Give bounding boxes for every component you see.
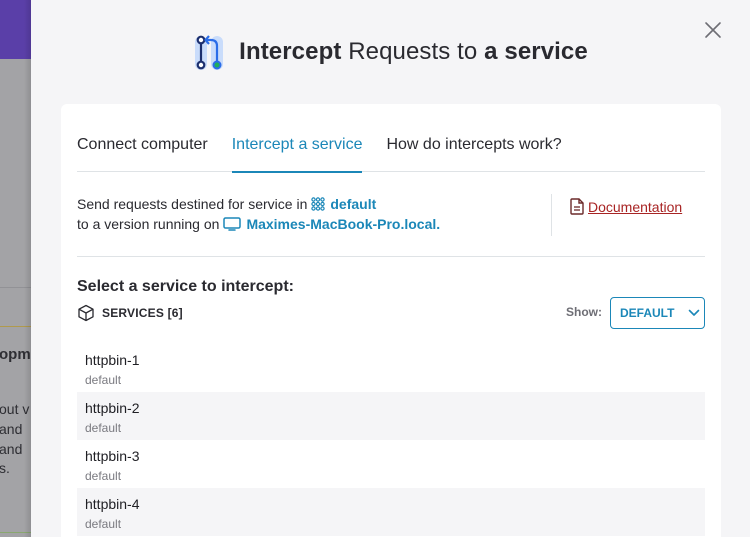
dialog-title: Intercept Requests to a service — [239, 38, 588, 66]
documentation-link[interactable]: Documentation — [570, 198, 682, 215]
background-page-overlay: opm out v and and s. — [0, 0, 31, 537]
service-name: httpbin-4 — [85, 496, 140, 512]
dialog-title-row: Intercept Requests to a service — [31, 30, 750, 74]
service-list-item[interactable]: httpbin-3 default — [77, 440, 705, 488]
tab-connect-computer[interactable]: Connect computer — [77, 126, 208, 172]
vertical-divider — [551, 194, 552, 236]
intercept-card: Connect computer Intercept a service How… — [61, 104, 721, 537]
intercept-icon — [195, 35, 224, 70]
info-text: to a version running on — [77, 216, 220, 232]
namespace-grid-icon — [311, 197, 326, 211]
services-count-label: SERVICES [6] — [77, 304, 183, 322]
namespace-name: default — [330, 196, 377, 212]
monitor-icon — [223, 217, 242, 231]
tab-how-intercepts-work[interactable]: How do intercepts work? — [386, 126, 561, 172]
service-list-item[interactable]: httpbin-1 default — [77, 344, 705, 392]
service-namespace: default — [85, 469, 122, 483]
chevron-down-icon — [689, 309, 700, 316]
service-list-item[interactable]: httpbin-4 default — [77, 488, 705, 536]
documentation-label: Documentation — [588, 198, 683, 215]
service-namespace: default — [85, 421, 122, 435]
intercept-info: Send requests destined for service in de… — [77, 194, 705, 256]
show-filter-dropdown[interactable]: DEFAULT — [610, 297, 705, 329]
section-divider — [77, 256, 705, 257]
cube-icon — [78, 304, 94, 322]
machine-link[interactable]: Maximes-MacBook-Pro.local. — [223, 214, 440, 234]
title-bold-intercept: Intercept — [239, 38, 342, 65]
services-count-text: SERVICES [6] — [102, 306, 183, 320]
service-namespace: default — [85, 373, 122, 387]
machine-name: Maximes-MacBook-Pro.local. — [246, 216, 441, 232]
show-filter-value: DEFAULT — [620, 306, 675, 320]
service-list: httpbin-1 default httpbin-2 default http… — [77, 344, 705, 536]
service-name: httpbin-2 — [85, 400, 140, 416]
title-regular: Requests to — [341, 38, 485, 65]
select-service-heading: Select a service to intercept: — [77, 278, 294, 295]
service-name: httpbin-1 — [85, 352, 140, 368]
info-line-machine: to a version running on Maximes-MacBook-… — [77, 214, 705, 234]
info-text: Send requests destined for service in — [77, 196, 308, 212]
document-icon — [570, 198, 584, 215]
tab-intercept-service[interactable]: Intercept a service — [231, 126, 362, 173]
background-text: and — [0, 421, 23, 437]
background-text: and — [0, 441, 23, 457]
tab-bar: Connect computer Intercept a service How… — [77, 126, 705, 173]
intercept-drawer: Intercept Requests to a service Connect … — [31, 0, 750, 537]
title-bold-service: a service — [484, 38, 588, 65]
background-text: s. — [0, 460, 10, 476]
service-namespace: default — [85, 517, 122, 531]
show-filter-label: Show: — [566, 305, 602, 319]
service-name: httpbin-3 — [85, 448, 140, 464]
service-list-item[interactable]: httpbin-2 default — [77, 392, 705, 440]
namespace-link[interactable]: default — [311, 194, 376, 214]
